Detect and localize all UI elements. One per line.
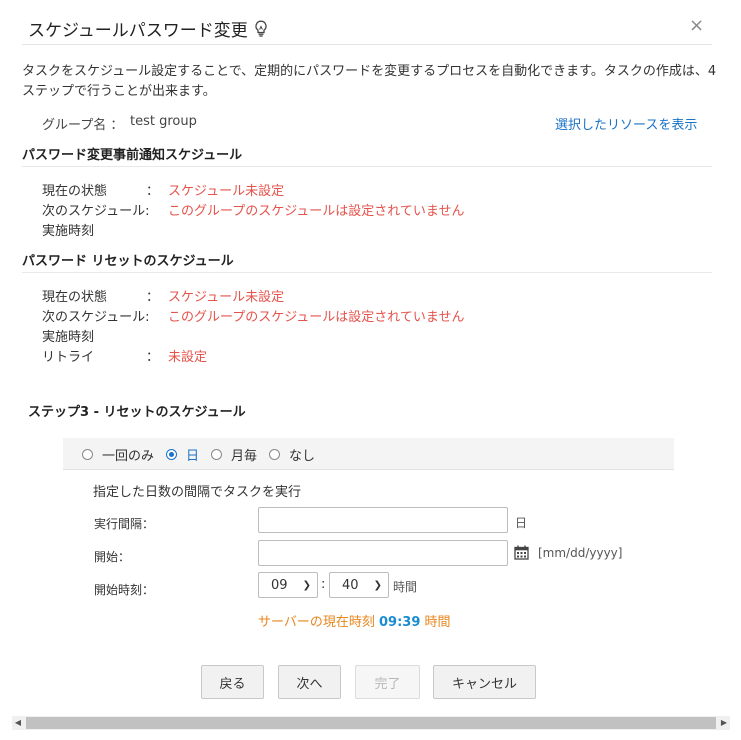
start-label: 開始：	[94, 550, 131, 564]
start-date-input[interactable]	[258, 540, 508, 566]
hour-select[interactable]: 09 ❯	[258, 572, 318, 598]
finish-button[interactable]: 完了	[355, 665, 420, 699]
reset-time-label: 実施時刻	[42, 330, 95, 345]
description: タスクをスケジュール設定することで、定期的にパスワードを変更するプロセスを自動化…	[22, 64, 717, 99]
notify-next-label: 次のスケジュール:	[42, 204, 150, 219]
reset-status-label: 現在の状態	[42, 290, 108, 305]
reset-next-label: 次のスケジュール:	[42, 310, 150, 325]
server-time-suffix: 時間	[424, 615, 451, 630]
next-button[interactable]: 次へ	[278, 665, 341, 699]
view-selected-resources-link[interactable]: 選択したリソースを表示	[555, 114, 697, 133]
radio-none[interactable]: なし	[269, 445, 327, 464]
reset-status-value: スケジュール未設定	[168, 290, 285, 305]
dialog-title: スケジュールパスワード変更	[28, 16, 268, 41]
radio-none-label: なし	[289, 449, 316, 464]
radio-once-circle[interactable]	[82, 449, 93, 460]
interval-label: 実行間隔：	[94, 517, 155, 531]
hour-value: 09	[271, 577, 288, 593]
lightbulb-icon	[255, 20, 267, 37]
step-instruction: 指定した日数の間隔でタスクを実行	[93, 485, 302, 500]
reset-retry-colon: ：	[146, 350, 160, 365]
group-value: test group	[130, 114, 197, 129]
radio-daily[interactable]: 日	[166, 445, 211, 464]
server-time-prefix: サーバーの現在時刻	[258, 615, 375, 630]
minute-value: 40	[342, 577, 359, 593]
radio-none-circle[interactable]	[269, 449, 281, 460]
radio-monthly[interactable]: 月毎	[211, 445, 269, 464]
reset-section-divider	[22, 272, 712, 273]
scroll-left-icon[interactable]: ◀	[12, 716, 24, 730]
radio-once-label: 一回のみ	[102, 449, 155, 464]
reset-next-value: このグループのスケジュールは設定されていません	[168, 310, 465, 325]
notify-section-divider	[22, 166, 712, 167]
interval-input[interactable]	[258, 507, 508, 533]
step-title: ステップ3 - リセットのスケジュール	[28, 405, 246, 420]
calendar-icon[interactable]	[514, 545, 529, 560]
start-time-label: 開始時刻：	[94, 583, 155, 597]
radio-daily-label: 日	[186, 449, 200, 464]
reset-section-heading: パスワード リセットのスケジュール	[22, 254, 234, 269]
interval-unit: 日	[515, 516, 528, 530]
server-time-value: 09:39	[379, 615, 421, 630]
notify-section-heading: パスワード変更事前通知スケジュール	[22, 148, 243, 163]
notify-time-label: 実施時刻	[42, 224, 95, 239]
title-divider	[22, 44, 712, 45]
group-label: グループ名 ：	[42, 118, 124, 133]
back-button[interactable]: 戻る	[201, 665, 264, 699]
dialog-title-text: スケジュールパスワード変更	[28, 21, 248, 41]
minute-select[interactable]: 40 ❯	[329, 572, 389, 598]
notify-status-value: スケジュール未設定	[168, 184, 285, 199]
chevron-down-icon: ❯	[373, 579, 382, 591]
time-unit: 時間	[393, 580, 418, 594]
close-icon[interactable]: ×	[689, 16, 704, 36]
reset-retry-value: 未設定	[168, 350, 208, 365]
time-separator: :	[321, 577, 326, 592]
scroll-right-icon[interactable]: ▶	[718, 716, 730, 730]
notify-status-colon: ：	[146, 184, 160, 199]
cancel-button[interactable]: キャンセル	[433, 665, 536, 699]
date-format-hint: [mm/dd/yyyy]	[538, 546, 623, 560]
server-current-time: サーバーの現在時刻 09:39 時間	[258, 611, 451, 630]
radio-monthly-label: 月毎	[231, 449, 258, 464]
reset-retry-label: リトライ	[42, 350, 95, 365]
radio-monthly-circle[interactable]	[211, 449, 223, 460]
frequency-radio-group: 一回のみ 日 月毎 なし	[82, 445, 327, 464]
radio-once[interactable]: 一回のみ	[82, 445, 166, 464]
notify-next-value: このグループのスケジュールは設定されていません	[168, 204, 465, 219]
reset-status-colon: ：	[146, 290, 160, 305]
chevron-down-icon: ❯	[302, 579, 311, 591]
notify-status-label: 現在の状態	[42, 184, 108, 199]
scrollbar-thumb[interactable]	[26, 717, 716, 729]
radio-daily-circle[interactable]	[166, 449, 178, 460]
